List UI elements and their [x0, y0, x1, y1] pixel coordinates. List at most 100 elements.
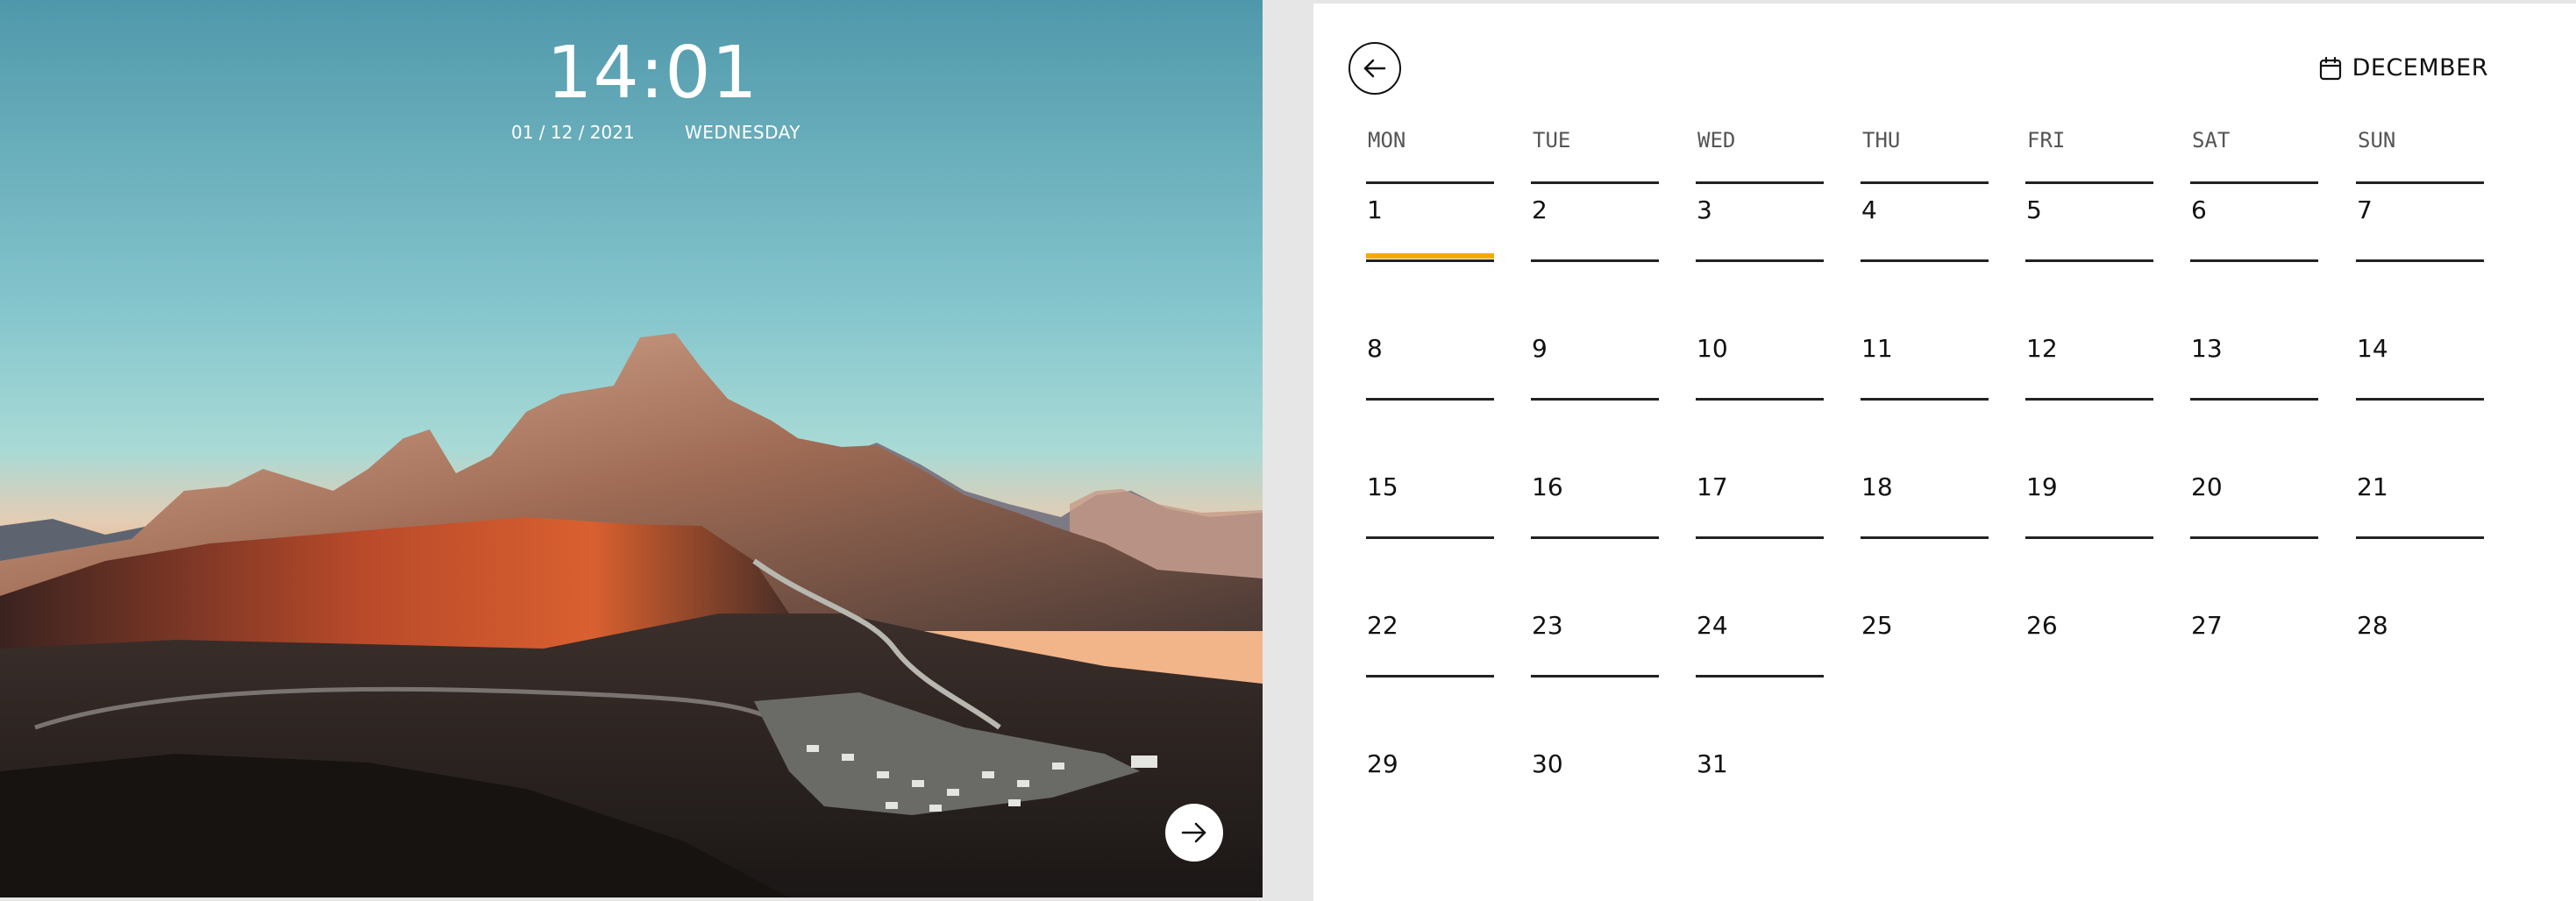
weekday-tue: TUE: [1531, 128, 1659, 184]
day-cell-31[interactable]: 31: [1696, 746, 1824, 816]
day-cell-22[interactable]: 22: [1366, 607, 1494, 678]
back-button[interactable]: [1348, 42, 1401, 95]
day-number: 24: [1697, 611, 1728, 640]
day-cell-30[interactable]: 30: [1531, 746, 1659, 816]
day-cell-10[interactable]: 10: [1696, 330, 1824, 401]
day-underline: [1366, 398, 1494, 401]
day-number: 15: [1367, 472, 1398, 501]
day-number: 12: [2026, 334, 2058, 363]
day-cell-19[interactable]: 19: [2025, 469, 2153, 539]
day-underline: [2356, 259, 2484, 262]
day-cell-2[interactable]: 2: [1531, 192, 1659, 262]
day-number: 31: [1697, 749, 1728, 778]
day-underline: [2025, 259, 2153, 262]
weekday-fri: FRI: [2025, 128, 2153, 184]
day-number: 5: [2026, 195, 2042, 224]
arrow-right-icon: [1181, 822, 1206, 843]
day-cell-6[interactable]: 6: [2190, 192, 2318, 262]
day-underline: [1366, 536, 1494, 539]
day-number: 29: [1367, 749, 1398, 778]
day-cell-16[interactable]: 16: [1531, 469, 1659, 539]
day-number: 28: [2357, 611, 2388, 640]
day-cell-12[interactable]: 12: [2025, 330, 2153, 401]
day-cell-11[interactable]: 11: [1861, 330, 1989, 401]
day-underline: [2356, 536, 2484, 539]
day-number: 16: [1532, 472, 1563, 501]
day-underline: [1861, 259, 1989, 262]
next-button[interactable]: [1165, 804, 1223, 862]
day-number: 7: [2357, 195, 2373, 224]
day-underline: [1366, 259, 1494, 262]
day-number: 2: [1532, 195, 1548, 224]
day-cell-9[interactable]: 9: [1531, 330, 1659, 401]
day-underline: [1696, 259, 1824, 262]
weekday-thu: THU: [1861, 128, 1989, 184]
day-cell-15[interactable]: 15: [1366, 469, 1494, 539]
day-cell-14[interactable]: 14: [2356, 330, 2484, 401]
day-number: 14: [2357, 334, 2388, 363]
day-underline: [2190, 536, 2318, 539]
day-number: 13: [2191, 334, 2223, 363]
calendar-panel: DECEMBER MON TUE WED THU FRI SAT SUN 123456789…: [1313, 4, 2576, 901]
day-number: 25: [1861, 611, 1893, 640]
day-number: 6: [2191, 195, 2207, 224]
day-cell-18[interactable]: 18: [1861, 469, 1989, 539]
day-cell-25[interactable]: 25: [1861, 607, 1989, 678]
day-cell-3[interactable]: 3: [1696, 192, 1824, 262]
month-selector[interactable]: DECEMBER: [2319, 54, 2488, 82]
day-number: 3: [1697, 195, 1712, 224]
day-cell-1[interactable]: 1: [1366, 192, 1494, 262]
day-cell-4[interactable]: 4: [1861, 192, 1989, 262]
day-number: 17: [1697, 472, 1728, 501]
day-cell-26[interactable]: 26: [2025, 607, 2153, 678]
day-underline: [1366, 675, 1494, 678]
day-cell-27[interactable]: 27: [2190, 607, 2318, 678]
day-cell-21[interactable]: 21: [2356, 469, 2484, 539]
day-underline: [1531, 259, 1659, 262]
day-underline: [1696, 536, 1824, 539]
day-underline: [1696, 398, 1824, 401]
clock-weekday: WEDNESDAY: [685, 122, 801, 143]
day-underline: [1531, 398, 1659, 401]
weekday-sun: SUN: [2356, 128, 2484, 184]
day-cell-24[interactable]: 24: [1696, 607, 1824, 678]
day-underline: [1531, 536, 1659, 539]
day-number: 8: [1367, 334, 1383, 363]
weekday-wed: WED: [1696, 128, 1824, 184]
day-number: 21: [2357, 472, 2388, 501]
day-number: 19: [2026, 472, 2058, 501]
day-cell-17[interactable]: 17: [1696, 469, 1824, 539]
day-underline: [2356, 398, 2484, 401]
day-number: 26: [2026, 611, 2058, 640]
day-number: 4: [1861, 195, 1877, 224]
day-number: 27: [2191, 611, 2223, 640]
weekday-mon: MON: [1366, 128, 1494, 184]
day-cell-13[interactable]: 13: [2190, 330, 2318, 401]
calendar-icon: [2319, 56, 2341, 80]
month-label[interactable]: DECEMBER: [2352, 54, 2488, 82]
day-cell-23[interactable]: 23: [1531, 607, 1659, 678]
day-number: 30: [1532, 749, 1563, 778]
day-cell-20[interactable]: 20: [2190, 469, 2318, 539]
day-number: 20: [2191, 472, 2223, 501]
day-cell-8[interactable]: 8: [1366, 330, 1494, 401]
day-underline: [2025, 536, 2153, 539]
day-cell-7[interactable]: 7: [2356, 192, 2484, 262]
weekday-sat: SAT: [2190, 128, 2318, 184]
selected-day-indicator: [1366, 253, 1494, 259]
day-number: 10: [1697, 334, 1728, 363]
day-underline: [2190, 398, 2318, 401]
day-cell-29[interactable]: 29: [1366, 746, 1494, 816]
day-cell-5[interactable]: 5: [2025, 192, 2153, 262]
day-number: 1: [1367, 195, 1383, 224]
day-number: 9: [1532, 334, 1548, 363]
wallpaper-photo: 14:01 01 / 12 / 2021 WEDNESDAY: [0, 0, 1263, 897]
day-underline: [2025, 398, 2153, 401]
day-number: 23: [1532, 611, 1563, 640]
day-underline: [1696, 675, 1824, 678]
day-number: 11: [1861, 334, 1893, 363]
day-underline: [2190, 259, 2318, 262]
day-number: 22: [1367, 611, 1398, 640]
clock-date: 01 / 12 / 2021: [511, 122, 635, 143]
day-cell-28[interactable]: 28: [2356, 607, 2484, 678]
